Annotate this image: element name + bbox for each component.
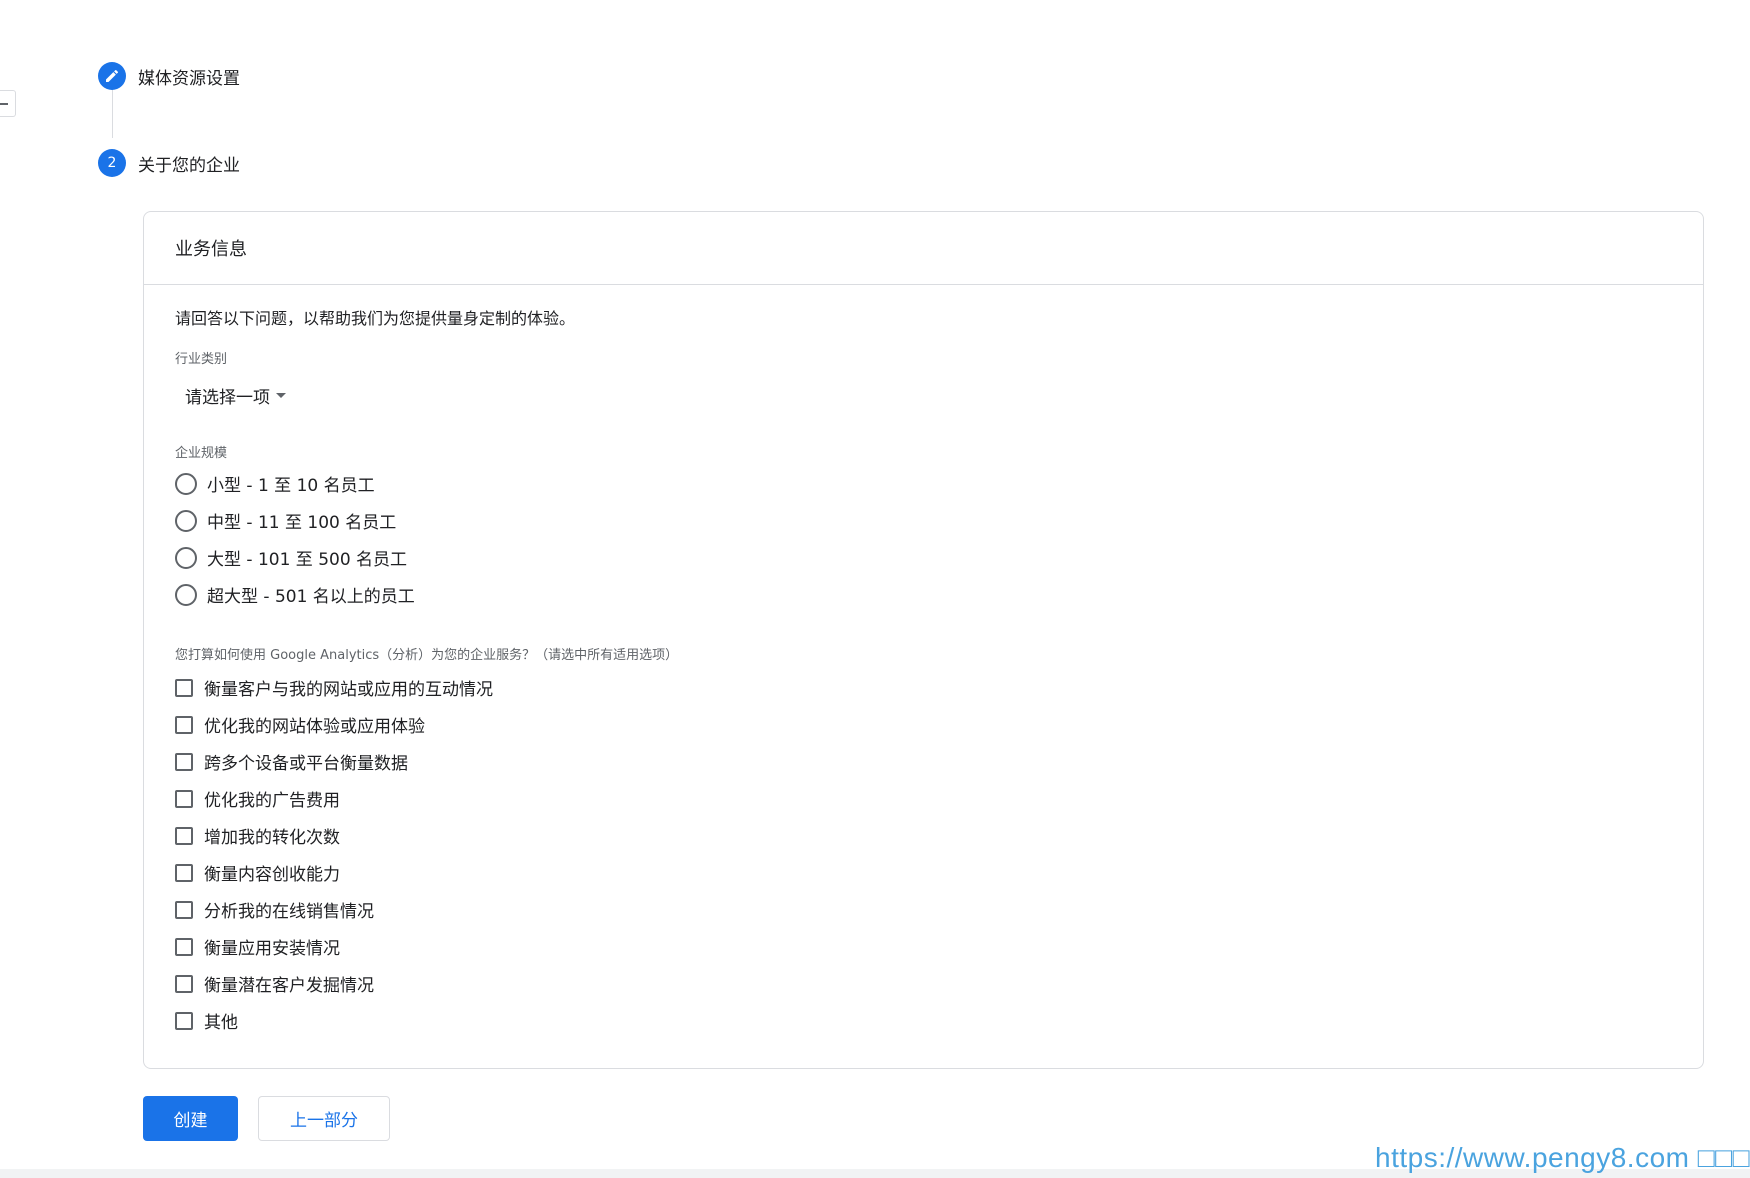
size-option-large[interactable]: 大型 - 101 至 500 名员工 [175,539,415,576]
checkbox-label: 增加我的转化次数 [204,828,340,848]
minus-icon [0,103,8,105]
business-size-radio-group: 小型 - 1 至 10 名员工 中型 - 11 至 100 名员工 大型 - 1… [175,465,415,613]
industry-selected-value: 请选择一项 [185,388,270,408]
radio-label: 小型 - 1 至 10 名员工 [207,476,375,496]
checkbox[interactable] [175,863,193,882]
caret-down-icon [276,393,286,398]
business-info-card: 业务信息 请回答以下问题，以帮助我们为您提供量身定制的体验。 行业类别 请选择一… [143,211,1704,1069]
industry-dropdown[interactable]: 请选择一项 [185,383,286,408]
checkbox[interactable] [175,752,193,771]
radio-label: 中型 - 11 至 100 名员工 [207,513,397,533]
checkbox[interactable] [175,826,193,845]
checkbox[interactable] [175,1011,193,1030]
collapse-handle[interactable] [0,90,16,117]
usage-option[interactable]: 增加我的转化次数 [175,817,493,854]
stepper-connector [112,88,113,138]
create-button[interactable]: 创建 [143,1096,238,1141]
usage-option[interactable]: 衡量潜在客户发掘情况 [175,965,493,1002]
size-option-medium[interactable]: 中型 - 11 至 100 名员工 [175,502,415,539]
radio-button[interactable] [175,583,197,606]
checkbox-label: 跨多个设备或平台衡量数据 [204,754,408,774]
size-option-very-large[interactable]: 超大型 - 501 名以上的员工 [175,576,415,613]
watermark: https://www.pengy8.com □□□ [1375,1142,1750,1173]
step-property-setup[interactable]: 媒体资源设置 [98,60,240,92]
usage-question-label: 您打算如何使用 Google Analytics（分析）为您的企业服务？（请选中… [175,648,679,663]
checkbox-label: 衡量客户与我的网站或应用的互动情况 [204,680,493,700]
usage-option[interactable]: 其他 [175,1002,493,1039]
checkbox-label: 优化我的网站体验或应用体验 [204,717,425,737]
usage-option[interactable]: 分析我的在线销售情况 [175,891,493,928]
step-number: 2 [98,149,126,177]
checkbox-label: 衡量应用安装情况 [204,939,340,959]
checkbox-label: 分析我的在线销售情况 [204,902,374,922]
business-size-label: 企业规模 [175,446,228,461]
checkbox[interactable] [175,900,193,919]
usage-option[interactable]: 优化我的网站体验或应用体验 [175,706,493,743]
checkbox[interactable] [175,715,193,734]
step-label: 媒体资源设置 [138,68,240,89]
usage-option[interactable]: 衡量客户与我的网站或应用的互动情况 [175,669,493,706]
step-label: 关于您的企业 [138,155,240,176]
checkbox[interactable] [175,789,193,808]
usage-option[interactable]: 衡量内容创收能力 [175,854,493,891]
usage-option[interactable]: 衡量应用安装情况 [175,928,493,965]
radio-button[interactable] [175,546,197,569]
card-title: 业务信息 [144,212,1703,285]
usage-checkbox-group: 衡量客户与我的网站或应用的互动情况 优化我的网站体验或应用体验 跨多个设备或平台… [175,669,493,1039]
radio-label: 超大型 - 501 名以上的员工 [207,587,415,607]
intro-text: 请回答以下问题，以帮助我们为您提供量身定制的体验。 [175,309,576,328]
radio-button[interactable] [175,472,197,495]
checkbox[interactable] [175,678,193,697]
checkbox-label: 优化我的广告费用 [204,791,340,811]
size-option-small[interactable]: 小型 - 1 至 10 名员工 [175,465,415,502]
usage-option[interactable]: 优化我的广告费用 [175,780,493,817]
radio-button[interactable] [175,509,197,532]
radio-label: 大型 - 101 至 500 名员工 [207,550,408,570]
usage-option[interactable]: 跨多个设备或平台衡量数据 [175,743,493,780]
checkbox-label: 衡量潜在客户发掘情况 [204,976,374,996]
edit-pencil-icon [98,62,126,90]
step-about-business: 2 关于您的企业 [98,147,240,179]
checkbox[interactable] [175,974,193,993]
checkbox-label: 衡量内容创收能力 [204,865,340,885]
checkbox-label: 其他 [204,1013,238,1033]
checkbox[interactable] [175,937,193,956]
previous-section-button[interactable]: 上一部分 [258,1096,390,1141]
industry-label: 行业类别 [175,352,228,367]
